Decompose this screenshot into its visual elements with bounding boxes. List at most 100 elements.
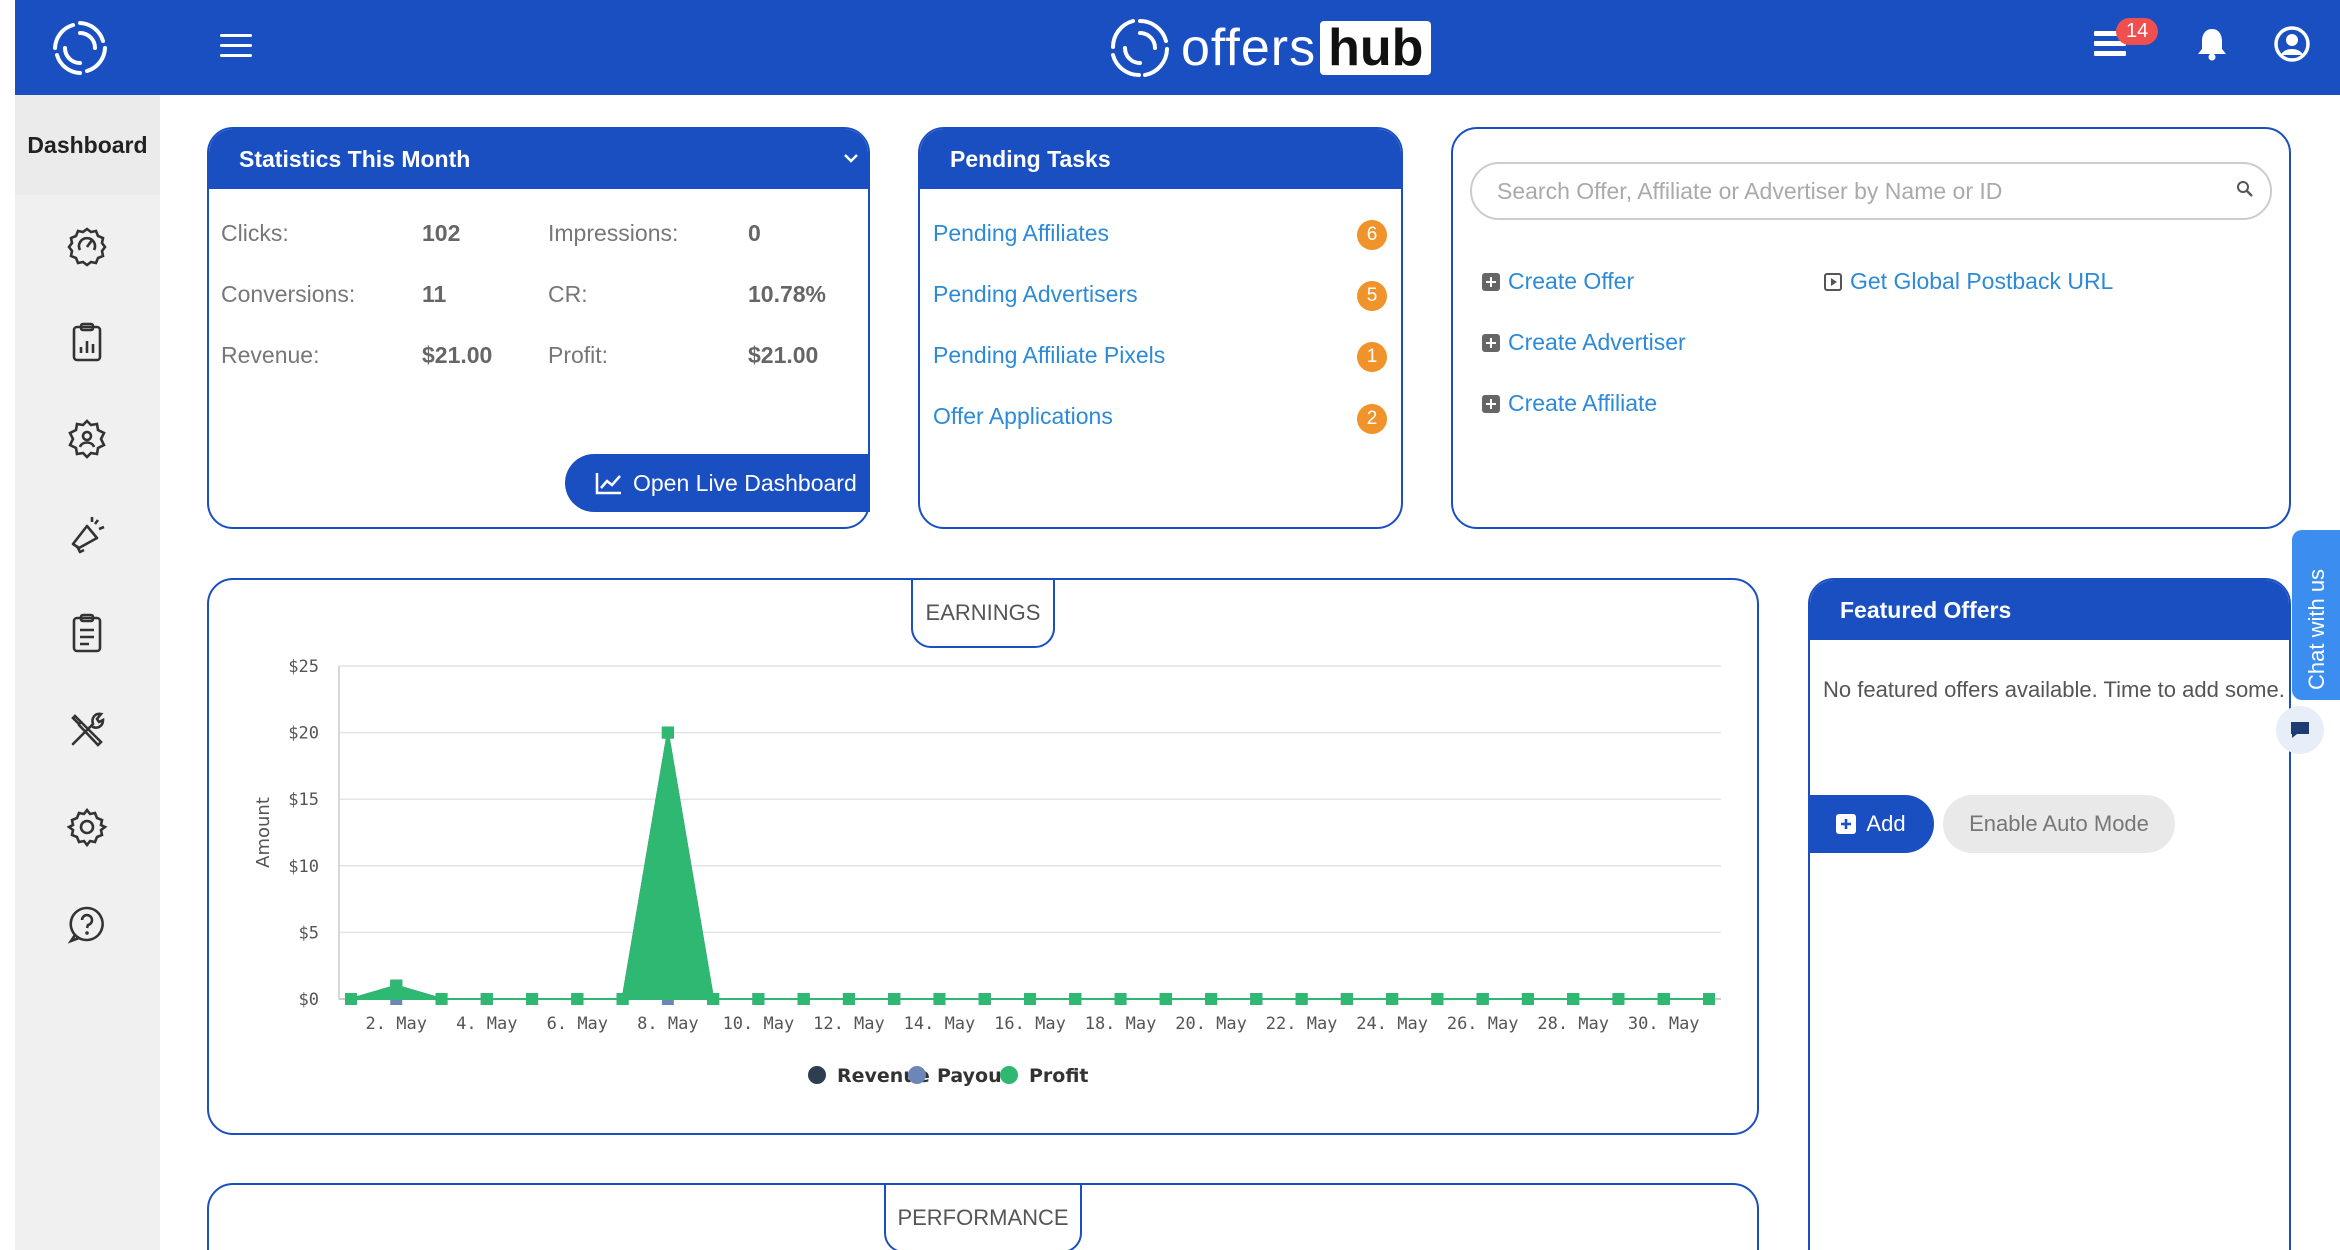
revenue-value: $21.00	[422, 342, 493, 368]
x-tick-label: 8. May	[637, 1014, 698, 1034]
data-point-profit	[661, 726, 674, 739]
open-live-dashboard-label: Open Live Dashboard	[633, 469, 857, 496]
offer-applications-count-badge: 2	[1357, 404, 1387, 434]
earnings-card: $0 $5 $10 $15 $20 $25 Amount 2. May 4. May 6. May…	[207, 578, 1759, 1135]
global-postback-link[interactable]: Get Global Postback URL	[1824, 268, 2113, 295]
x-tick-label: 16. May	[994, 1014, 1066, 1034]
data-point-profit	[616, 993, 629, 1005]
y-tick-label: $5	[299, 923, 319, 943]
data-point-profit	[345, 993, 357, 1005]
line-chart-icon	[595, 473, 621, 495]
featured-offers-empty-text: No featured offers available. Time to ad…	[1823, 677, 2285, 702]
conversions-value: 11	[422, 281, 447, 307]
data-point-profit	[752, 993, 765, 1005]
x-tick-label: 22. May	[1266, 1014, 1338, 1034]
gear-icon[interactable]	[65, 805, 109, 849]
y-tick-label: $15	[288, 790, 319, 810]
impressions-label: Impressions:	[548, 220, 679, 246]
clipboard-list-icon[interactable]	[65, 611, 109, 655]
data-point-profit	[526, 993, 539, 1005]
global-postback-label: Get Global Postback URL	[1850, 268, 2114, 294]
create-affiliate-link[interactable]: Create Affiliate	[1482, 390, 1657, 417]
pending-affiliate-pixels-link[interactable]: Pending Affiliate Pixels	[933, 342, 1165, 369]
plus-icon	[1482, 272, 1500, 291]
impressions-value: 0	[748, 220, 761, 246]
data-point-profit	[1567, 993, 1580, 1005]
help-icon[interactable]	[65, 902, 109, 946]
brand-logo[interactable]: offers hub	[1105, 12, 1432, 84]
hamburger-menu-icon[interactable]	[220, 34, 252, 60]
x-tick-label: 4. May	[456, 1014, 517, 1034]
data-point-profit	[1476, 993, 1489, 1005]
clicks-value: 102	[422, 220, 461, 246]
clipboard-chart-icon[interactable]	[65, 320, 109, 364]
user-account-icon[interactable]	[2270, 22, 2314, 66]
tasks-list-icon[interactable]: 14	[2090, 18, 2159, 66]
legend-label-profit: Profit	[1029, 1065, 1089, 1087]
add-featured-offer-button[interactable]: Add	[1808, 795, 1934, 853]
affiliate-user-icon[interactable]	[65, 417, 109, 461]
search-input[interactable]	[1470, 162, 2272, 220]
data-point-profit	[797, 993, 810, 1005]
chat-with-us-tab[interactable]: Chat with us	[2292, 530, 2340, 700]
enable-auto-mode-button[interactable]: Enable Auto Mode	[1943, 795, 2175, 853]
data-point-profit	[933, 993, 946, 1005]
legend-marker-revenue	[808, 1066, 826, 1084]
data-point-profit	[978, 993, 991, 1005]
bell-icon[interactable]	[2190, 22, 2234, 66]
pending-affiliates-link[interactable]: Pending Affiliates	[933, 220, 1109, 247]
x-tick-label: 18. May	[1085, 1014, 1157, 1034]
cr-value: 10.78%	[748, 281, 827, 307]
legend-marker-profit	[1000, 1066, 1018, 1084]
featured-offers-title: Featured Offers	[1810, 580, 2289, 640]
speedometer-icon[interactable]	[65, 223, 109, 267]
data-point-profit	[1159, 993, 1172, 1005]
brand-text-offers: offers	[1181, 19, 1317, 77]
offer-applications-link[interactable]: Offer Applications	[933, 403, 1113, 430]
data-point-profit	[1340, 993, 1353, 1005]
create-offer-label: Create Offer	[1508, 268, 1635, 294]
data-point-profit	[1612, 993, 1625, 1005]
data-point-profit	[1431, 993, 1444, 1005]
pending-tasks-title: Pending Tasks	[920, 129, 1401, 189]
pending-affiliate-pixels-count-badge: 1	[1357, 342, 1387, 372]
data-point-profit	[571, 993, 584, 1005]
brand-swirl-icon	[1111, 19, 1169, 77]
chat-with-us-label: Chat with us	[2304, 568, 2329, 690]
tools-icon[interactable]	[65, 708, 109, 752]
y-tick-label: $25	[288, 657, 319, 677]
sidebar-item-dashboard[interactable]: Dashboard	[15, 95, 160, 195]
revenue-label: Revenue:	[221, 342, 320, 368]
data-point-profit	[1024, 993, 1036, 1005]
data-point-profit	[390, 979, 403, 992]
data-point-profit	[888, 993, 901, 1005]
profit-label: Profit:	[548, 342, 609, 368]
y-axis-label: Amount	[253, 797, 274, 868]
plus-square-icon	[1836, 814, 1857, 834]
open-live-dashboard-button[interactable]: Open Live Dashboard	[565, 454, 870, 512]
chevron-down-icon[interactable]	[842, 151, 860, 165]
app-logo-icon[interactable]	[45, 13, 115, 83]
earnings-chart: $0 $5 $10 $15 $20 $25 Amount 2. May 4. May 6. May…	[253, 657, 1721, 1087]
clicks-label: Clicks:	[221, 220, 289, 246]
megaphone-icon[interactable]	[65, 514, 109, 558]
chat-bubble-icon[interactable]	[2276, 706, 2324, 754]
legend-marker-payout	[908, 1066, 926, 1084]
data-point-profit	[707, 993, 720, 1005]
x-tick-label: 14. May	[904, 1014, 976, 1034]
create-advertiser-link[interactable]: Create Advertiser	[1482, 329, 1686, 356]
earnings-tab-label: EARNINGS	[911, 578, 1055, 648]
x-tick-label: 24. May	[1356, 1014, 1428, 1034]
x-tick-label: 10. May	[723, 1014, 795, 1034]
legend-label-payout: Payout	[937, 1065, 1011, 1087]
statistics-card-title: Statistics This Month	[209, 129, 868, 189]
y-tick-label: $0	[299, 990, 319, 1010]
conversions-label: Conversions:	[221, 281, 356, 307]
data-point-profit	[1521, 993, 1534, 1005]
search-icon[interactable]	[2236, 180, 2254, 198]
performance-tab-label: PERFORMANCE	[884, 1183, 1082, 1250]
data-point-profit	[480, 993, 493, 1005]
pending-tasks-card: Pending Tasks	[918, 127, 1403, 529]
pending-advertisers-link[interactable]: Pending Advertisers	[933, 281, 1138, 308]
create-offer-link[interactable]: Create Offer	[1482, 268, 1634, 295]
